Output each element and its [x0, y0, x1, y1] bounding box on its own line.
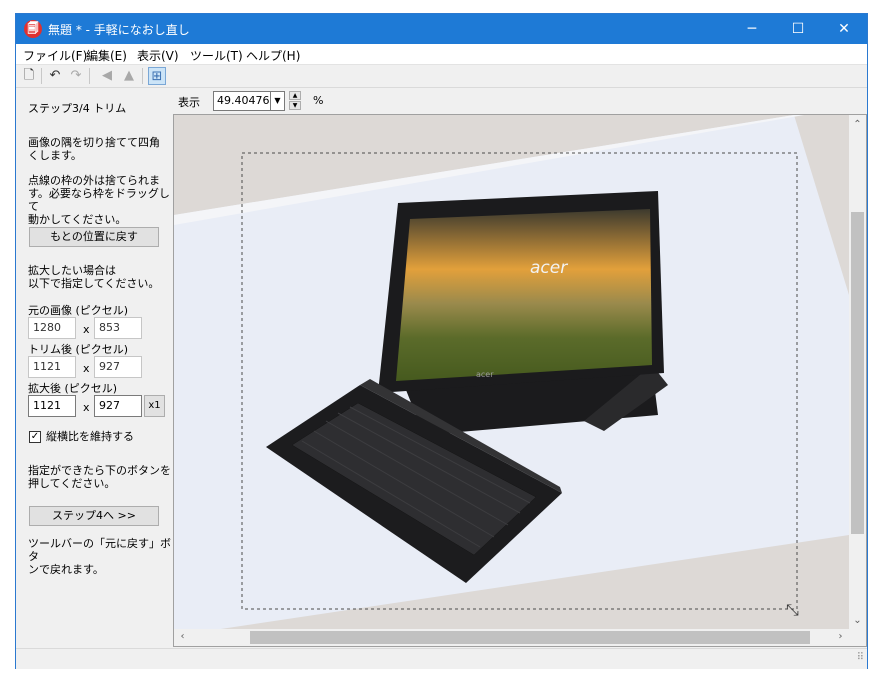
step-title: ステップ3/4 トリム [28, 102, 127, 115]
app-icon: 🗐 [24, 20, 42, 38]
menu-help[interactable]: ヘルプ(H) [246, 47, 300, 64]
sidebar-panel: ステップ3/4 トリム 画像の隅を切り捨てて四角 くします。 点線の枠の外は捨て… [16, 88, 173, 648]
minimize-button[interactable]: ─ [729, 14, 775, 44]
scale-x1-button[interactable]: x1 [144, 395, 165, 417]
trimmed-height-field: 927 [94, 356, 142, 378]
menu-view[interactable]: 表示(V) [137, 47, 179, 64]
zoom-label: 表示 [178, 96, 200, 109]
zoom-input[interactable]: 49.40476 [213, 91, 271, 111]
menu-tools[interactable]: ツール(T) [190, 47, 243, 64]
flip-vertical-icon[interactable]: ▲ [120, 67, 138, 85]
original-size-label: 元の画像 (ピクセル) [28, 304, 129, 317]
keep-ratio-checkbox[interactable]: ✓ [29, 431, 41, 443]
keep-ratio-label: 縦横比を維持する [46, 430, 134, 443]
menu-file[interactable]: ファイル(F) [23, 47, 87, 64]
chevron-down-icon[interactable]: ▼ [271, 91, 285, 111]
horizontal-scrollbar[interactable]: ‹ › [174, 629, 849, 646]
menu-edit[interactable]: 編集(E) [86, 47, 127, 64]
enlarged-width-input[interactable]: 1121 [28, 395, 76, 417]
times-sign: x [83, 323, 90, 336]
scroll-up-icon[interactable]: ⌃ [849, 119, 866, 130]
original-width-field: 1280 [28, 317, 76, 339]
enlarged-height-input[interactable]: 927 [94, 395, 142, 417]
window-title: 無題 * - 手軽になおし直し [48, 23, 190, 37]
vertical-scroll-thumb[interactable] [851, 212, 864, 534]
image-canvas[interactable]: acer acer ⤡ ⌃ ⌄ ‹ › [173, 114, 867, 647]
horizontal-scroll-thumb[interactable] [250, 631, 810, 644]
zoom-bar: 表示 49.40476 ▼ ▲ ▼ % [173, 88, 867, 114]
original-height-field: 853 [94, 317, 142, 339]
next-step-button[interactable]: ステップ4へ >> [29, 506, 159, 526]
new-document-icon[interactable]: 🗋 [20, 67, 38, 85]
enlarged-size-label: 拡大後 (ピクセル) [28, 382, 118, 395]
redo-icon[interactable]: ↷ [67, 67, 85, 85]
flip-horizontal-icon[interactable]: ◀ [98, 67, 116, 85]
grid-icon[interactable]: ⊞ [148, 67, 166, 85]
title-bar: 🗐 無題 * - 手軽になおし直し ─ ☐ ✕ [16, 14, 867, 44]
resize-grip-icon[interactable]: ⠿ [857, 652, 864, 663]
reset-position-button[interactable]: もとの位置に戻す [29, 227, 159, 247]
photo-view[interactable]: acer acer ⤡ [174, 115, 849, 630]
next-hint: 指定ができたら下のボタンを 押してください。 [28, 464, 171, 490]
maximize-button[interactable]: ☐ [775, 14, 821, 44]
footer-hint: ツールバーの「元に戻す」ボタ ンで戻れます。 [28, 537, 171, 576]
step-instruction: 点線の枠の外は捨てられま す。必要なら枠をドラッグして 動かしてください。 [28, 174, 170, 226]
trimmed-size-label: トリム後 (ピクセル) [28, 343, 129, 356]
toolbar-separator [89, 68, 90, 84]
trimmed-width-field: 1121 [28, 356, 76, 378]
bezel-brand-text: acer [476, 370, 494, 379]
times-sign: x [83, 401, 90, 414]
scroll-down-icon[interactable]: ⌄ [849, 615, 866, 626]
screen-brand-text: acer [530, 258, 568, 278]
menu-bar: ファイル(F) 編集(E) 表示(V) ツール(T) ヘルプ(H) [16, 44, 867, 65]
enlarge-hint: 拡大したい場合は 以下で指定してください。 [28, 264, 160, 290]
zoom-unit: % [313, 94, 324, 107]
vertical-scrollbar[interactable]: ⌃ ⌄ [849, 115, 866, 630]
spin-up-icon[interactable]: ▲ [289, 91, 301, 100]
times-sign: x [83, 362, 90, 375]
app-window: 🗐 無題 * - 手軽になおし直し ─ ☐ ✕ ファイル(F) 編集(E) 表示… [15, 13, 868, 669]
scrollbar-corner [849, 629, 866, 646]
step-description: 画像の隅を切り捨てて四角 くします。 [28, 136, 160, 162]
spin-down-icon[interactable]: ▼ [289, 101, 301, 110]
close-button[interactable]: ✕ [821, 14, 867, 44]
resize-handle-icon[interactable]: ⤡ [786, 600, 799, 619]
scroll-right-icon[interactable]: › [832, 631, 849, 642]
status-bar: ⠿ [16, 648, 867, 669]
toolbar: 🗋 ↶ ↷ ◀ ▲ ⊞ [16, 65, 867, 88]
scroll-left-icon[interactable]: ‹ [174, 631, 191, 642]
toolbar-separator [41, 68, 42, 84]
toolbar-separator [142, 68, 143, 84]
undo-icon[interactable]: ↶ [46, 67, 64, 85]
laptop-screen-wallpaper [396, 209, 652, 381]
